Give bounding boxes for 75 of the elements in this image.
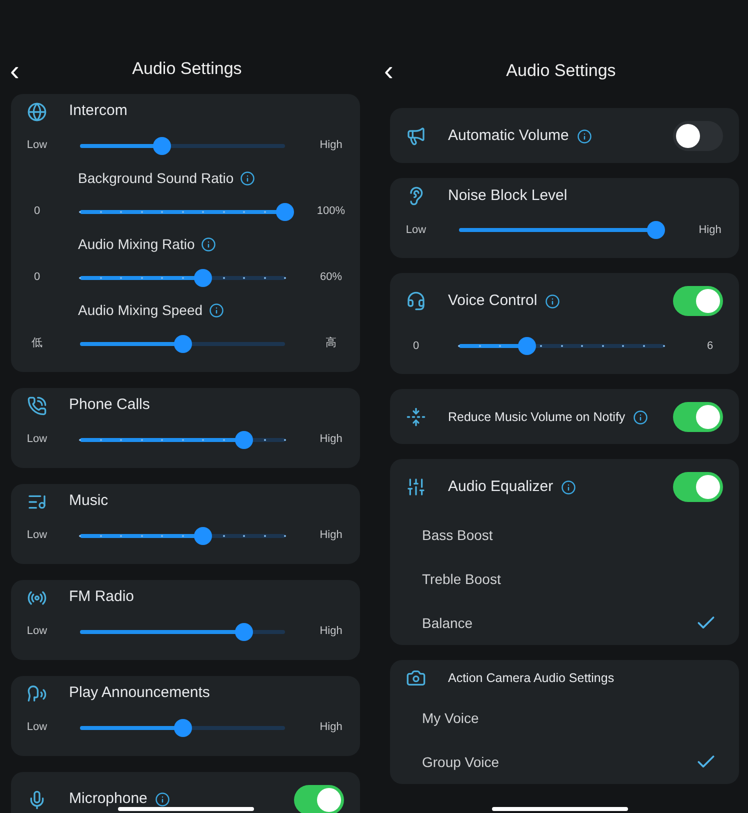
slider-thumb[interactable] <box>194 268 212 286</box>
slider-max-label: High <box>698 222 722 238</box>
info-icon[interactable] <box>208 303 224 318</box>
toggle-switch[interactable] <box>673 286 723 316</box>
slider-label: Audio Mixing Speed <box>78 301 203 320</box>
speaking-person-icon <box>27 684 47 704</box>
slider-thumb[interactable] <box>276 202 294 220</box>
slider-min-label: 0 <box>32 204 42 220</box>
info-icon[interactable] <box>561 480 576 494</box>
card-title: Audio Equalizer <box>448 476 554 497</box>
slider-thumb[interactable] <box>174 718 192 736</box>
slider-label: Audio Mixing Ratio <box>78 235 195 254</box>
slider-max-label: 高 <box>324 336 338 352</box>
slider-max-label: 100% <box>316 204 346 220</box>
sliders-icon <box>406 477 426 497</box>
card-title: FM Radio <box>69 587 134 608</box>
info-icon[interactable] <box>200 237 216 252</box>
megaphone-icon <box>406 126 426 146</box>
back-button[interactable]: ‹ <box>382 59 396 83</box>
slider-thumb[interactable] <box>235 430 253 448</box>
globe-icon <box>27 102 47 122</box>
slider-min-label: Low <box>26 624 48 640</box>
slider-max-label: High <box>318 624 344 640</box>
slider-min-label: Low <box>26 720 48 736</box>
slider-thumb[interactable] <box>646 221 665 239</box>
slider-thumb[interactable] <box>518 337 536 355</box>
slider-max-label: High <box>318 720 344 736</box>
slider-thumb[interactable] <box>194 526 212 544</box>
slider-thumb[interactable] <box>174 334 192 352</box>
card-title: Voice Control <box>448 290 538 311</box>
headset-icon <box>406 291 426 311</box>
info-icon[interactable] <box>576 128 592 144</box>
card-title: Music <box>69 491 108 512</box>
slider-min-label: 0 <box>412 338 420 354</box>
option-item[interactable]: My Voice <box>390 696 739 740</box>
slider-min-label: Low <box>26 528 48 544</box>
screen-title: Audio Settings <box>132 58 242 80</box>
fold-arrows-icon <box>406 407 426 427</box>
card-title: Play Announcements <box>69 683 210 704</box>
card-title: Microphone <box>69 789 148 810</box>
slider-max-label: High <box>318 432 344 448</box>
back-button[interactable]: ‹ <box>8 59 22 83</box>
slider-min-label: Low <box>404 222 428 238</box>
slider-min-label: 低 <box>30 336 44 352</box>
info-icon[interactable] <box>633 410 648 424</box>
slider-thumb[interactable] <box>153 136 171 154</box>
info-icon[interactable] <box>155 792 170 807</box>
info-icon[interactable] <box>545 294 560 308</box>
card-title: Phone Calls <box>69 395 150 416</box>
slider-max-label: High <box>318 528 344 544</box>
slider-max-label: 6 <box>706 338 714 354</box>
option-item[interactable]: Bass Boost <box>390 513 739 557</box>
camera-icon <box>406 668 426 688</box>
screen-title: Audio Settings <box>506 60 616 82</box>
card-title: Action Camera Audio Settings <box>448 670 614 687</box>
card-title: Noise Block Level <box>448 186 568 206</box>
info-icon[interactable] <box>240 171 255 186</box>
option-item[interactable]: Group Voice <box>390 740 739 784</box>
option-item[interactable]: Balance <box>390 601 739 645</box>
slider-min-label: Low <box>26 138 48 154</box>
toggle-switch[interactable] <box>294 784 344 813</box>
slider-label: Background Sound Ratio <box>78 169 234 188</box>
card-title: Reduce Music Volume on Notify <box>448 408 626 426</box>
slider-max-label: High <box>318 138 344 154</box>
card-title: Intercom <box>69 101 128 122</box>
toggle-switch[interactable] <box>673 472 723 502</box>
slider-min-label: Low <box>26 432 48 448</box>
card-title: Automatic Volume <box>448 126 569 146</box>
option-item[interactable]: Treble Boost <box>390 557 739 601</box>
toggle-switch[interactable] <box>673 402 723 432</box>
toggle-switch[interactable] <box>673 121 723 151</box>
slider-min-label: 0 <box>32 270 42 286</box>
phone-icon <box>27 396 47 416</box>
slider-max-label: 60% <box>318 270 344 286</box>
slider-thumb[interactable] <box>235 622 253 640</box>
